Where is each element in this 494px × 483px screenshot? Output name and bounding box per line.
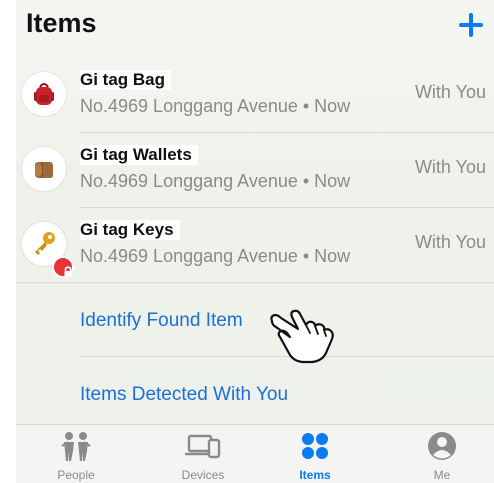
key-icon: [35, 232, 55, 255]
add-item-button[interactable]: [456, 10, 486, 40]
item-location: No.4969 Longgang Avenue • Now: [80, 171, 351, 191]
item-status: With You: [414, 157, 486, 177]
items-icon: [302, 433, 328, 459]
tab-label: People: [57, 468, 95, 482]
item-row-keys[interactable]: Gi tag Keys No.4969 Longgang Avenue • No…: [16, 208, 494, 282]
item-location: No.4969 Longgang Avenue • Now: [80, 96, 351, 116]
item-status: With You: [414, 82, 486, 102]
item-row-bag[interactable]: Gi tag Bag No.4969 Longgang Avenue • Now…: [16, 58, 494, 132]
section-divider: [16, 282, 494, 283]
tab-me[interactable]: Me: [382, 425, 494, 483]
tab-label: Devices: [181, 468, 225, 482]
item-avatar: [22, 222, 74, 278]
item-avatar: [22, 147, 66, 191]
me-icon: [428, 432, 456, 460]
item-name: Gi tag Keys: [80, 220, 180, 240]
people-icon: [61, 432, 91, 461]
lock-icon: [64, 266, 72, 277]
identify-found-item-link[interactable]: Identify Found Item: [80, 310, 243, 332]
pointing-hand-icon: [270, 309, 334, 364]
item-name: Gi tag Wallets: [80, 145, 198, 165]
item-avatar: [22, 72, 66, 116]
tab-label: Items: [299, 468, 331, 482]
item-status: With You: [414, 232, 486, 252]
devices-icon: [185, 434, 221, 459]
tab-bar: People Devices Items Me: [16, 424, 494, 483]
item-location: No.4969 Longgang Avenue • Now: [80, 246, 351, 266]
page-title: Items: [26, 8, 97, 38]
item-name: Gi tag Bag: [80, 70, 172, 90]
items-detected-with-you-link[interactable]: Items Detected With You: [80, 384, 288, 406]
item-row-wallets[interactable]: Gi tag Wallets No.4969 Longgang Avenue •…: [16, 133, 494, 207]
tab-label: Me: [433, 468, 451, 482]
wallet-icon: [35, 162, 53, 178]
backpack-icon: [34, 83, 54, 105]
items-screen: Items Gi tag Bag No.4969 Longgang Avenue…: [16, 0, 494, 483]
header: Items: [16, 0, 494, 62]
lock-badge: [52, 256, 74, 278]
tab-devices[interactable]: Devices: [143, 425, 263, 483]
tab-people[interactable]: People: [16, 425, 136, 483]
tab-items[interactable]: Items: [255, 425, 375, 483]
